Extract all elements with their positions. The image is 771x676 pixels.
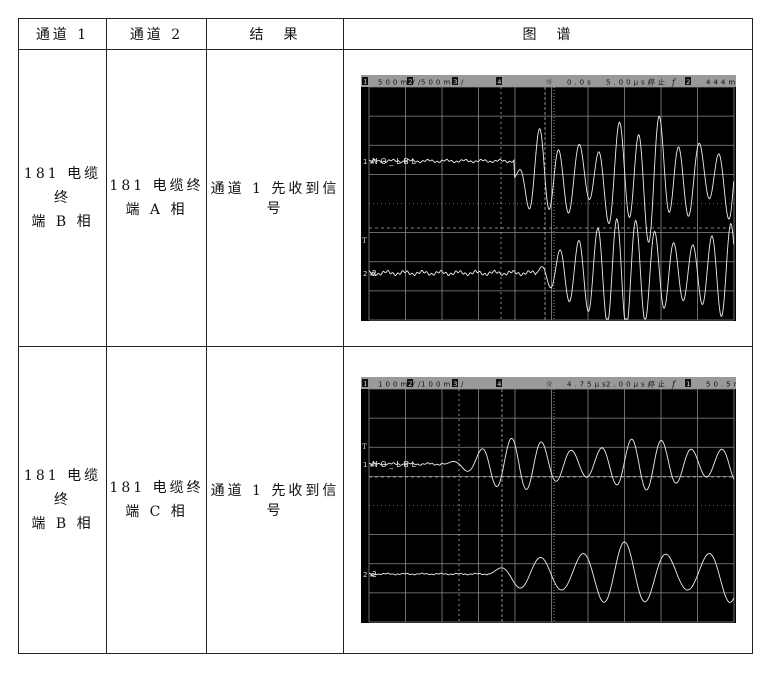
brightness-icon: ☼ — [545, 380, 556, 390]
run-status: 停止 — [648, 380, 668, 389]
trigger-level-readout: 444mV — [706, 79, 736, 87]
trigger-level-readout: 50.5mV — [706, 381, 736, 389]
channel-3-badge: 3 — [453, 78, 460, 86]
channel-1-label: NO_LBL — [372, 460, 419, 469]
spectrum-cell: 1500mV/2500mV/34☼0.0s5.00μs/停止f2444mV1▸N… — [343, 49, 753, 347]
channel-1-scale: 500mV/ — [378, 79, 423, 87]
header-result: 结 果 — [206, 18, 344, 50]
timebase-readout: 5.00μs/ — [606, 79, 653, 87]
channel-2-label: 2 — [372, 269, 380, 278]
channel-1-number: 1 — [363, 78, 370, 86]
run-status: 停止 — [648, 78, 668, 87]
header-spectrum: 图 谱 — [343, 18, 753, 50]
channel-1-line: 端 B 相 — [31, 516, 94, 532]
trigger-channel: 2 — [686, 78, 693, 86]
header-channel-1: 通道 1 — [18, 18, 107, 50]
trigger-marker-icon: T — [362, 237, 370, 245]
result-cell: 通道 1 先收到信号 — [206, 49, 344, 347]
channel-2-number: 2 — [408, 380, 415, 388]
channel-1-scale: 100mV/ — [378, 381, 423, 389]
spectrum-cell: 1100mV/2100mV/34☼4.75μs2.00μs/停止f150.5mV… — [343, 346, 753, 654]
results-table: 通道 1 通道 2 结 果 图 谱 181 电缆终端 B 相 181 电缆终端 … — [18, 18, 753, 654]
oscilloscope-capture: 1500mV/2500mV/34☼0.0s5.00μs/停止f2444mV1▸N… — [360, 75, 736, 321]
scope-screen — [360, 377, 736, 623]
channel-2-line: 端 A 相 — [125, 202, 188, 218]
channel-1-line: 端 B 相 — [31, 214, 94, 230]
channel-4-badge: 4 — [497, 380, 504, 388]
channel-1-line: 181 电缆终 — [23, 468, 102, 508]
channel-1-cell: 181 电缆终端 B 相 — [18, 346, 107, 654]
channel-2-line: 181 电缆终 — [109, 480, 204, 496]
header-row: 通道 1 通道 2 结 果 图 谱 — [18, 18, 753, 50]
trigger-channel: 1 — [686, 380, 693, 388]
trigger-marker-icon: T — [362, 443, 370, 451]
channel-1-label: NO_LBL — [372, 157, 419, 166]
channel-2-cell: 181 电缆终端 C 相 — [106, 346, 207, 654]
header-channel-2: 通道 2 — [106, 18, 207, 50]
trigger-edge-icon: f — [671, 380, 678, 389]
oscilloscope-capture: 1100mV/2100mV/34☼4.75μs2.00μs/停止f150.5mV… — [360, 377, 736, 623]
table-row: 181 电缆终端 B 相 181 电缆终端 A 相 通道 1 先收到信号 1 50… — [18, 49, 753, 347]
delay-readout: 0.0s — [567, 79, 594, 87]
channel-2-cell: 181 电缆终端 A 相 — [106, 49, 207, 347]
channel-2-line: 181 电缆终 — [109, 178, 204, 194]
channel-2-line: 端 C 相 — [125, 504, 188, 520]
channel-1-line: 181 电缆终 — [23, 166, 102, 206]
channel-3-badge: 3 — [453, 380, 460, 388]
channel-1-number: 1 — [363, 380, 370, 388]
trigger-edge-icon: f — [671, 78, 678, 87]
result-cell: 通道 1 先收到信号 — [206, 346, 344, 654]
table-row: 181 电缆终端 B 相 181 电缆终端 C 相 通道 1 先收到信号 1 10… — [18, 346, 753, 654]
channel-2-label: 2 — [372, 570, 380, 579]
channel-1-cell: 181 电缆终端 B 相 — [18, 49, 107, 347]
delay-readout: 4.75μs — [567, 381, 609, 389]
channel-2-number: 2 — [408, 78, 415, 86]
channel-4-badge: 4 — [497, 78, 504, 86]
timebase-readout: 2.00μs/ — [606, 381, 653, 389]
brightness-icon: ☼ — [545, 78, 556, 88]
